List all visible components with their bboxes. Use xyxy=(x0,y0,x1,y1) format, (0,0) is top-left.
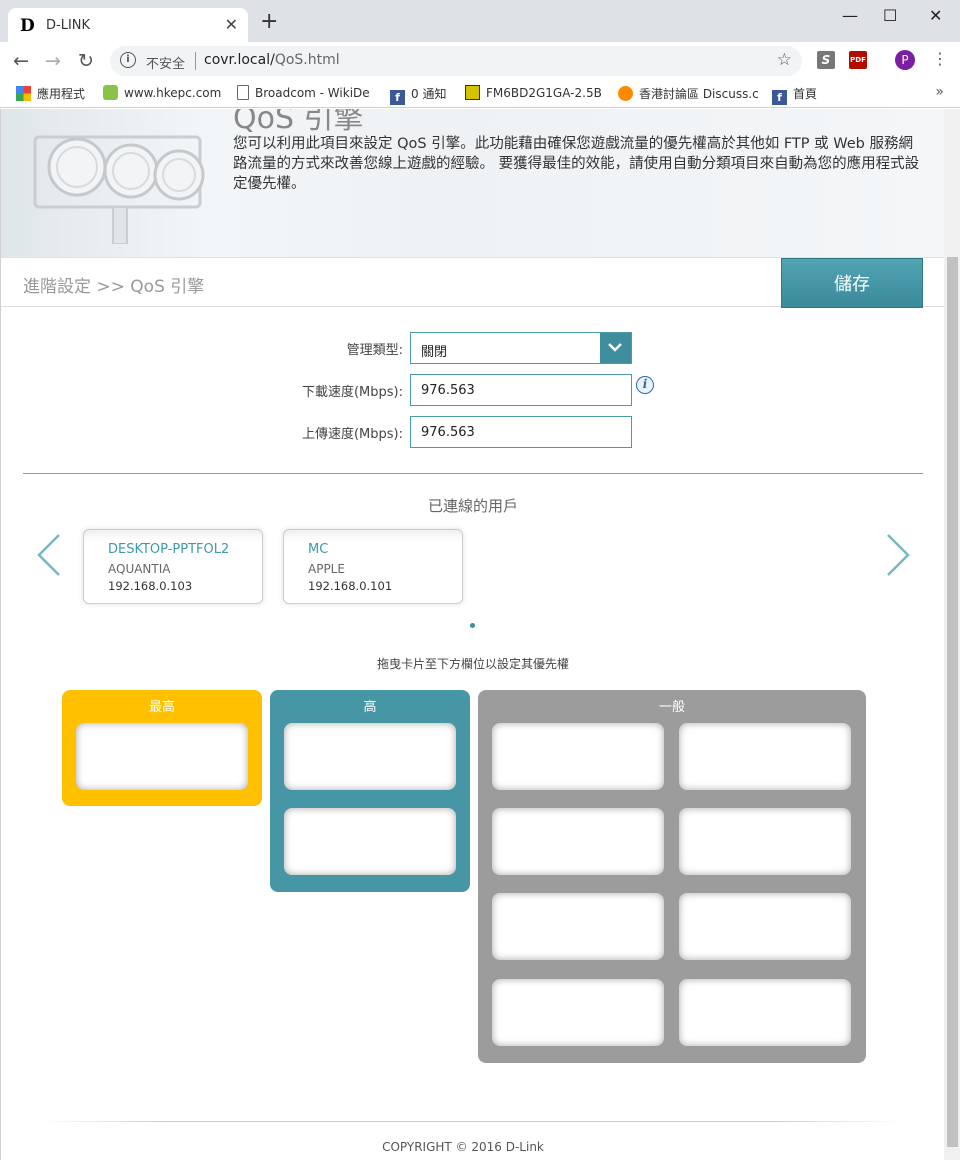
document-icon xyxy=(237,85,249,100)
bookmarks-bar: 應用程式 www.hkepc.com Broadcom - WikiDe f0 … xyxy=(0,80,960,108)
facebook-icon: f xyxy=(390,90,405,105)
management-type-row: 管理類型: 關閉 xyxy=(1,332,944,364)
scrollbar-thumb[interactable] xyxy=(947,257,958,1147)
vertical-scrollbar[interactable] xyxy=(944,109,960,1160)
minimize-button[interactable]: — xyxy=(842,6,858,25)
priority-slot[interactable] xyxy=(284,808,456,875)
bookmarks-overflow-icon[interactable]: » xyxy=(935,84,944,100)
copyright: COPYRIGHT © 2016 D-Link xyxy=(382,1140,544,1154)
page-description: 您可以利用此項目來設定 QoS 引擎。此功能藉由確保您遊戲流量的優先權高於其他如… xyxy=(233,136,920,192)
priority-highest-label: 最高 xyxy=(148,700,175,715)
priority-high-zone[interactable]: 高 xyxy=(270,690,470,892)
hkepc-icon xyxy=(103,85,118,100)
pdf-extension-icon[interactable]: PDF xyxy=(849,51,867,69)
device-card[interactable]: MC APPLE 192.168.0.101 xyxy=(283,529,463,604)
management-type-label: 管理類型: xyxy=(346,343,403,358)
download-speed-row: 下載速度(Mbps): 976.563 i xyxy=(1,374,944,406)
connected-users-title: 已連線的用戶 xyxy=(427,497,518,515)
priority-slot[interactable] xyxy=(679,979,851,1046)
dlink-favicon-icon: D xyxy=(20,16,35,36)
omnibox-separator xyxy=(195,52,196,70)
carousel-next-icon[interactable] xyxy=(884,533,912,577)
new-tab-button[interactable]: + xyxy=(260,11,278,33)
qos-banner: QoS 引擎 您可以利用此項目來設定 QoS 引擎。此功能藉由確保您遊戲流量的優… xyxy=(1,109,944,257)
carousel-page-dot[interactable] xyxy=(470,623,475,628)
upload-speed-input[interactable]: 976.563 xyxy=(410,416,632,448)
page-title: QoS 引擎 xyxy=(233,109,364,136)
device-card[interactable]: DESKTOP-PPTFOL2 AQUANTIA 192.168.0.103 xyxy=(83,529,263,604)
priority-slot[interactable] xyxy=(492,808,664,875)
management-type-value: 關閉 xyxy=(421,345,448,360)
facebook-icon: f xyxy=(772,90,787,105)
bookmark-facebook-home[interactable]: f 首頁 xyxy=(772,85,817,105)
upload-speed-label: 上傳速度(Mbps): xyxy=(301,427,403,442)
browser-tab[interactable]: D D-LINK ✕ xyxy=(8,8,248,42)
browser-toolbar: ← → ↻ i 不安全 covr.local/QoS.html ☆ S PDF … xyxy=(0,42,960,80)
breadcrumb: 進階設定 >> QoS 引擎 xyxy=(23,277,205,297)
traffic-light-icon xyxy=(33,135,205,244)
browser-menu-icon[interactable]: ⋮ xyxy=(932,49,948,68)
device-ip: 192.168.0.101 xyxy=(308,579,393,593)
priority-slot[interactable] xyxy=(76,723,248,790)
upload-speed-row: 上傳速度(Mbps): 976.563 xyxy=(1,416,944,448)
device-ip: 192.168.0.103 xyxy=(108,579,193,593)
management-type-select[interactable]: 關閉 xyxy=(410,332,632,364)
url-text[interactable]: covr.local/QoS.html xyxy=(204,52,340,68)
bookmark-discuss[interactable]: 香港討論區 Discuss.c xyxy=(618,85,759,102)
download-speed-input[interactable]: 976.563 xyxy=(410,374,632,406)
priority-slot[interactable] xyxy=(679,723,851,790)
priority-normal-label: 一般 xyxy=(658,700,685,715)
close-window-button[interactable]: ✕ xyxy=(929,6,942,25)
reload-button[interactable]: ↻ xyxy=(78,50,94,72)
tab-close-icon[interactable]: ✕ xyxy=(225,15,238,34)
priority-slot[interactable] xyxy=(284,723,456,790)
drag-hint: 拖曳卡片至下方欄位以設定其優先權 xyxy=(376,657,569,671)
tab-title: D-LINK xyxy=(46,18,91,33)
breadcrumb-bar: 進階設定 >> QoS 引擎 儲存 xyxy=(1,257,944,308)
priority-slot[interactable] xyxy=(492,979,664,1046)
section-divider xyxy=(23,473,923,474)
bookmark-apps[interactable]: 應用程式 xyxy=(16,85,85,102)
device-name: MC xyxy=(308,542,329,557)
bookmark-broadcom[interactable]: Broadcom - WikiDe xyxy=(237,85,370,100)
priority-normal-zone[interactable]: 一般 xyxy=(478,690,866,1063)
device-vendor: APPLE xyxy=(308,562,345,576)
priority-high-label: 高 xyxy=(363,700,377,715)
info-icon[interactable]: i xyxy=(636,376,654,394)
bookmark-hkepc[interactable]: www.hkepc.com xyxy=(103,85,221,100)
priority-slot[interactable] xyxy=(492,893,664,960)
extension-s-icon[interactable]: S xyxy=(817,51,835,69)
chevron-down-icon[interactable] xyxy=(600,333,631,363)
insecure-label: 不安全 xyxy=(146,57,186,72)
chip-icon xyxy=(465,85,480,100)
save-button[interactable]: 儲存 xyxy=(781,258,923,308)
priority-slot[interactable] xyxy=(679,893,851,960)
back-button[interactable]: ← xyxy=(13,50,29,72)
discuss-icon xyxy=(618,86,633,101)
profile-avatar[interactable]: P xyxy=(895,50,915,70)
page-viewport: QoS 引擎 您可以利用此項目來設定 QoS 引擎。此功能藉由確保您遊戲流量的優… xyxy=(0,109,944,1160)
priority-slot[interactable] xyxy=(492,723,664,790)
apps-icon xyxy=(16,86,31,101)
site-info-icon[interactable]: i xyxy=(120,52,136,68)
priority-highest-zone[interactable]: 最高 xyxy=(62,690,262,806)
forward-button[interactable]: → xyxy=(45,50,61,72)
address-bar[interactable]: i 不安全 covr.local/QoS.html ☆ xyxy=(110,46,802,76)
browser-titlebar: D D-LINK ✕ + — ☐ ✕ xyxy=(0,0,960,42)
bookmark-fm6bd2g1ga[interactable]: FM6BD2G1GA-2.5B xyxy=(465,85,602,100)
footer-divider xyxy=(41,1121,901,1122)
bookmark-star-icon[interactable]: ☆ xyxy=(777,50,792,70)
download-speed-label: 下載速度(Mbps): xyxy=(301,385,403,400)
maximize-button[interactable]: ☐ xyxy=(883,6,897,25)
carousel-prev-icon[interactable] xyxy=(35,533,63,577)
bookmark-facebook-notify[interactable]: f0 通知 xyxy=(390,85,446,105)
priority-slot[interactable] xyxy=(679,808,851,875)
device-vendor: AQUANTIA xyxy=(108,562,171,576)
device-name: DESKTOP-PPTFOL2 xyxy=(108,542,230,557)
